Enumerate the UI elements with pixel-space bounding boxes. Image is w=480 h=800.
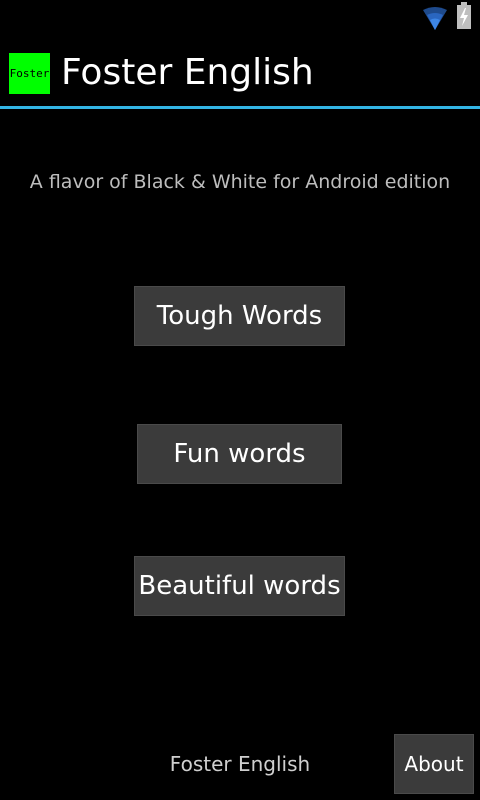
beautiful-words-button[interactable]: Beautiful words [134,556,345,616]
tough-words-button[interactable]: Tough Words [134,286,345,346]
subtitle-text: A flavor of Black & White for Android ed… [29,171,451,193]
fun-words-button[interactable]: Fun words [137,424,342,484]
app-screen: Foster Foster English A flavor of Black … [0,0,480,800]
battery-charging-icon [457,2,471,29]
action-bar: Foster Foster English [0,38,480,106]
app-icon[interactable]: Foster [9,53,50,94]
app-title: Foster English [61,52,314,93]
action-bar-divider [0,106,480,109]
wifi-icon [423,7,447,30]
status-bar [0,0,480,38]
about-button[interactable]: About [394,734,474,794]
footer-label: Foster English [169,752,311,776]
